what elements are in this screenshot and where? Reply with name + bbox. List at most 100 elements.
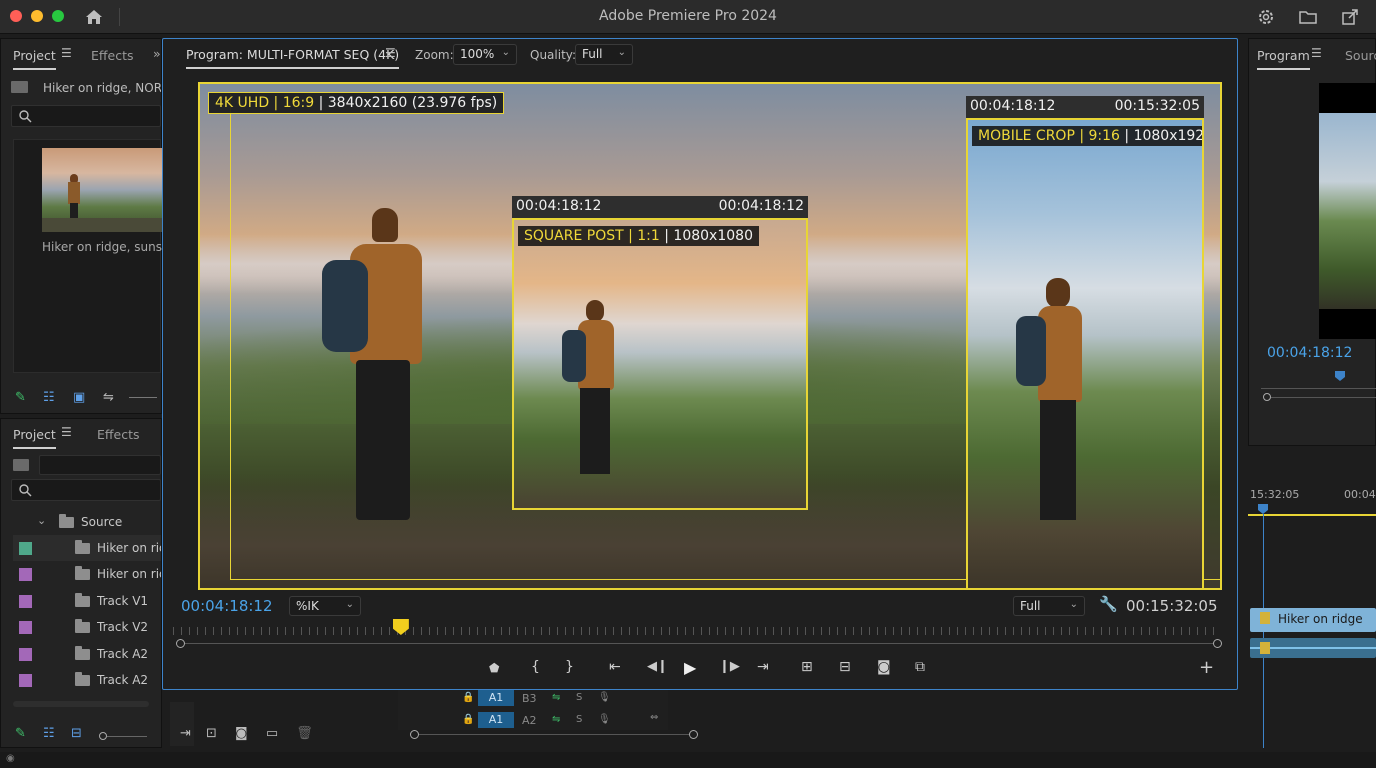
bin-row-source[interactable]: ⌄ Source bbox=[13, 509, 161, 535]
scroll-start-handle[interactable] bbox=[176, 639, 185, 648]
sort-icon[interactable]: ⇋ bbox=[103, 390, 114, 405]
list-view-icon[interactable]: ☷ bbox=[43, 390, 55, 405]
mark-in-icon[interactable]: { bbox=[531, 659, 540, 675]
freeform-view-icon[interactable]: ⊟ bbox=[71, 726, 82, 741]
scroll-track[interactable] bbox=[185, 643, 1213, 644]
add-button-icon[interactable]: + bbox=[1199, 657, 1214, 678]
label-color-swatch[interactable] bbox=[19, 674, 32, 687]
label-color-swatch[interactable] bbox=[19, 647, 32, 661]
play-icon[interactable]: ▶ bbox=[684, 658, 696, 677]
source-patch-a1[interactable]: A1 bbox=[478, 690, 514, 706]
tab-effects[interactable]: Effects bbox=[91, 48, 134, 63]
horizontal-scrollbar[interactable] bbox=[13, 701, 149, 707]
insert-icon[interactable]: ⇥ bbox=[180, 726, 191, 741]
share-icon[interactable] bbox=[1340, 7, 1360, 27]
pencil-icon[interactable]: ✎ bbox=[15, 390, 26, 405]
go-to-in-icon[interactable]: ⇤ bbox=[609, 659, 621, 675]
timeline-playhead[interactable] bbox=[1258, 504, 1268, 514]
mark-out-icon[interactable]: } bbox=[565, 659, 574, 675]
source-patch-a1-2[interactable]: A1 bbox=[478, 712, 514, 728]
list-item[interactable]: Track A2 bbox=[13, 641, 161, 667]
new-bin-icon[interactable]: ▭ bbox=[266, 726, 278, 741]
program-viewer[interactable]: 4K UHD | 16:9 | 3840x2160 (23.976 fps) 0… bbox=[198, 82, 1222, 590]
audio-clip[interactable] bbox=[1250, 638, 1376, 658]
clip-thumbnail[interactable] bbox=[42, 148, 162, 232]
tab-project[interactable]: Project bbox=[13, 48, 56, 70]
work-area-bar[interactable] bbox=[1248, 514, 1376, 516]
list-item[interactable]: Hiker on ridge bbox=[13, 535, 161, 561]
icon-view-icon[interactable]: ▣ bbox=[73, 390, 85, 405]
overwrite-icon[interactable]: ⊡ bbox=[206, 726, 217, 741]
panel-menu-icon-3[interactable]: ☰ bbox=[1311, 46, 1322, 60]
export-frame-icon[interactable]: ◙ bbox=[877, 659, 891, 675]
track-expand-icon[interactable]: ⇔ bbox=[650, 712, 658, 723]
video-clip[interactable]: Hiker on ridge bbox=[1250, 608, 1376, 632]
mic-icon[interactable]: 🎙 bbox=[598, 692, 611, 703]
resolution-value: Full bbox=[1020, 599, 1041, 613]
status-eye-icon[interactable]: ◉ bbox=[6, 753, 15, 764]
comparison-view-icon[interactable]: ⧉ bbox=[915, 659, 925, 675]
label-color-swatch[interactable] bbox=[19, 568, 32, 582]
tab-program[interactable]: Program bbox=[1257, 48, 1310, 70]
label-color-swatch[interactable] bbox=[19, 542, 32, 555]
list-item[interactable]: Hiker on ridge bbox=[13, 561, 161, 587]
program-monitor-tab[interactable]: Program: MULTI-FORMAT SEQ (4K) bbox=[186, 47, 400, 69]
tab-effects-2[interactable]: Effects bbox=[97, 427, 140, 442]
filter-input[interactable] bbox=[39, 455, 161, 475]
timeline-scroll-track[interactable] bbox=[419, 734, 689, 735]
sync-lock-icon[interactable]: ⇋ bbox=[552, 714, 560, 725]
solo-button[interactable]: S bbox=[576, 692, 582, 703]
gear-icon[interactable] bbox=[1256, 7, 1276, 27]
mobile-tc-out: 00:15:32:05 bbox=[1114, 98, 1200, 114]
list-view-icon[interactable]: ☷ bbox=[43, 726, 55, 741]
chevron-down-icon[interactable]: ⌄ bbox=[37, 514, 46, 527]
pencil-icon[interactable]: ✎ bbox=[15, 726, 26, 741]
current-timecode[interactable]: 00:04:18:12 bbox=[181, 597, 273, 615]
track-target-a2[interactable]: A2 bbox=[522, 714, 537, 727]
add-marker-icon[interactable]: ⬟ bbox=[489, 661, 499, 675]
zoom-slider[interactable] bbox=[129, 397, 157, 398]
zoom-slider-handle[interactable] bbox=[99, 732, 107, 740]
panel-menu-icon-2[interactable]: ☰ bbox=[61, 425, 72, 439]
tab-source[interactable]: Source bbox=[1345, 48, 1376, 63]
go-to-out-icon[interactable]: ⇥ bbox=[757, 659, 769, 675]
fx-badge-icon bbox=[1260, 612, 1270, 624]
list-item[interactable]: Track V1 bbox=[13, 588, 161, 614]
timeline-scroll-start[interactable] bbox=[410, 730, 419, 739]
square-crop-box[interactable]: SQUARE POST | 1:1 | 1080x1080 bbox=[512, 218, 808, 510]
lock-icon[interactable]: 🔒 bbox=[462, 692, 474, 703]
extract-icon[interactable]: ⊟ bbox=[839, 659, 851, 675]
folder-icon[interactable] bbox=[1298, 7, 1318, 27]
list-item[interactable]: Track V2 bbox=[13, 614, 161, 640]
lift-icon[interactable]: ⊞ bbox=[801, 659, 813, 675]
panel-menu-icon[interactable]: ☰ bbox=[61, 46, 72, 60]
step-forward-icon[interactable]: ❙▶ bbox=[719, 659, 740, 674]
fit-dropdown[interactable]: %IK ⌄ bbox=[289, 596, 361, 616]
panel-menu-icon-program[interactable]: ☰ bbox=[385, 46, 396, 60]
sync-lock-icon[interactable]: ⇋ bbox=[552, 692, 560, 703]
mobile-crop-box[interactable]: MOBILE CROP | 9:16 | 1080x1920 bbox=[966, 118, 1204, 588]
panel-overflow-icon[interactable]: » bbox=[153, 46, 161, 61]
quality-dropdown[interactable]: Full ⌄ bbox=[575, 44, 633, 65]
label-color-swatch[interactable] bbox=[19, 594, 32, 608]
list-item[interactable]: Track A2 bbox=[13, 667, 161, 693]
right-timecode[interactable]: 00:04:18:12 bbox=[1267, 345, 1352, 361]
step-back-icon[interactable]: ◀❙ bbox=[647, 659, 668, 674]
zoom-slider-track[interactable] bbox=[107, 736, 147, 737]
zoom-dropdown[interactable]: 100% ⌄ bbox=[453, 44, 517, 65]
lock-icon[interactable]: 🔒 bbox=[462, 714, 474, 725]
wrench-icon[interactable]: 🔧 bbox=[1099, 595, 1118, 613]
track-target-b3[interactable]: B3 bbox=[522, 692, 537, 705]
search-input[interactable] bbox=[11, 105, 161, 127]
label-color-swatch[interactable] bbox=[19, 621, 32, 635]
trash-icon[interactable]: 🗑 bbox=[296, 726, 313, 741]
resolution-dropdown[interactable]: Full ⌄ bbox=[1013, 596, 1085, 616]
timeline-scroll-end[interactable] bbox=[689, 730, 698, 739]
tab-project-2[interactable]: Project bbox=[13, 427, 56, 449]
camera-icon[interactable]: ◙ bbox=[235, 726, 248, 741]
right-scroll-handle[interactable] bbox=[1263, 393, 1271, 401]
mic-icon[interactable]: 🎙 bbox=[598, 714, 611, 725]
scroll-end-handle[interactable] bbox=[1213, 639, 1222, 648]
search-input-2[interactable] bbox=[11, 479, 161, 501]
solo-button[interactable]: S bbox=[576, 714, 582, 725]
